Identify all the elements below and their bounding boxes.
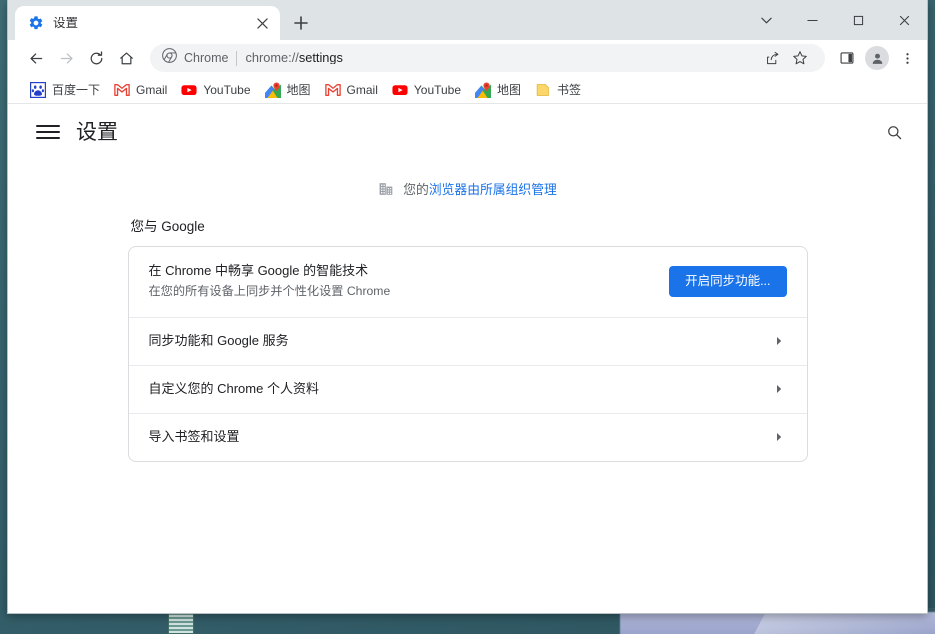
chrome-logo-icon <box>162 48 177 68</box>
customize-chrome-profile-row[interactable]: 自定义您的 Chrome 个人资料 <box>128 364 807 413</box>
profile-avatar-icon <box>872 53 882 64</box>
plus-icon <box>294 16 308 30</box>
three-dot-menu-icon <box>905 52 909 64</box>
browser-toolbar: Chrome chrome://settings <box>8 40 927 76</box>
bookmark-label: YouTube <box>413 82 462 97</box>
sync-promo-text: 在 Chrome 中畅享 Google 的智能技术 在您的所有设备上同步并个性化… <box>149 262 670 301</box>
bookmark-item-gmail-1[interactable]: Gmail <box>108 79 175 101</box>
desktop-background: 设置 Chrome chrome://settings 百度一下 Gmail Y… <box>0 0 935 634</box>
browser-window: 设置 Chrome chrome://settings 百度一下 Gmail Y… <box>7 0 928 614</box>
managed-banner-text: 您的浏览器由所属组织管理 <box>403 179 557 198</box>
forward-arrow-icon <box>60 52 73 64</box>
back-arrow-icon <box>29 52 42 64</box>
share-button[interactable] <box>759 45 785 71</box>
search-icon <box>887 125 901 139</box>
maximize-button[interactable] <box>835 0 881 40</box>
bookmark-label: Gmail <box>136 82 168 97</box>
home-icon <box>119 51 133 64</box>
address-bar[interactable]: Chrome chrome://settings <box>150 44 825 72</box>
side-panel-button[interactable] <box>833 44 861 72</box>
hamburger-menu-icon[interactable] <box>36 120 60 144</box>
bookmark-label: 地图 <box>497 82 522 97</box>
browser-tab-settings[interactable]: 设置 <box>15 6 280 40</box>
youtube-icon <box>392 82 408 98</box>
bookmark-item-youtube-1[interactable]: YouTube <box>175 79 258 101</box>
page-viewport: 设置 您的浏览器由所属组织管理 您与 Google 在 Chrome 中畅享 G… <box>8 104 927 613</box>
tab-title: 设置 <box>53 16 79 30</box>
turn-on-sync-button[interactable]: 开启同步功能... <box>669 266 787 297</box>
security-chip-label: Chrome <box>184 50 229 65</box>
reload-icon <box>90 50 102 64</box>
bookmark-item-maps-1[interactable]: 地图 <box>259 79 319 101</box>
bookmark-folder-shuqian[interactable]: 书签 <box>529 79 589 101</box>
managed-by-organization-banner: 您的浏览器由所属组织管理 <box>8 170 927 198</box>
bookmark-label: 书签 <box>557 82 582 97</box>
bookmark-button[interactable] <box>787 45 813 71</box>
back-button[interactable] <box>22 44 50 72</box>
sync-and-google-services-row[interactable]: 同步功能和 Google 服务 <box>128 316 807 365</box>
bookmark-item-youtube-2[interactable]: YouTube <box>386 79 469 101</box>
tab-search-button[interactable] <box>743 0 789 40</box>
row-label: 导入书签和设置 <box>148 428 240 444</box>
security-chip[interactable]: Chrome <box>162 48 228 68</box>
close-button[interactable] <box>881 0 927 40</box>
chevron-right-icon <box>771 429 787 445</box>
settings-gear-icon <box>28 15 44 31</box>
sync-promo-title: 在 Chrome 中畅享 Google 的智能技术 <box>148 263 369 279</box>
section-heading: 您与 Google <box>130 219 205 234</box>
maximize-icon <box>853 15 863 25</box>
chrome-menu-button[interactable] <box>893 44 921 72</box>
reload-button[interactable] <box>82 44 110 72</box>
window-controls <box>743 0 927 40</box>
side-panel-icon <box>840 52 854 64</box>
omnibox-url: chrome://settings <box>245 51 343 65</box>
chevron-right-icon <box>771 381 787 397</box>
omnibox-divider <box>236 50 238 66</box>
bookmark-item-maps-2[interactable]: 地图 <box>469 79 529 101</box>
tab-close-icon[interactable] <box>252 13 272 33</box>
page-title: 设置 <box>76 120 118 144</box>
share-icon <box>766 51 778 64</box>
bookmarks-bar: 百度一下 Gmail YouTube 地图 Gmail YouTube 地图 书… <box>8 76 927 104</box>
new-tab-button[interactable] <box>286 8 316 38</box>
desktop-taskbar-icon <box>168 612 194 634</box>
baidu-icon <box>30 81 47 98</box>
bookmark-label: Gmail <box>346 82 378 97</box>
minimize-icon <box>806 19 818 21</box>
settings-card: 在 Chrome 中畅享 Google 的智能技术 在您的所有设备上同步并个性化… <box>127 245 808 462</box>
settings-search-button[interactable] <box>879 117 909 147</box>
youtube-icon <box>181 82 197 98</box>
star-icon <box>793 51 807 65</box>
profile-button[interactable] <box>865 46 889 70</box>
omnibox-action-icons <box>759 45 813 71</box>
sync-promo-row[interactable]: 在 Chrome 中畅享 Google 的智能技术 在您的所有设备上同步并个性化… <box>129 247 807 317</box>
you-and-google-section: 您与 Google 在 Chrome 中畅享 Google 的智能技术 在您的所… <box>127 198 808 462</box>
google-maps-icon <box>475 82 492 98</box>
managed-banner-link[interactable]: 浏览器由所属组织管理 <box>429 182 557 197</box>
row-label: 同步功能和 Google 服务 <box>148 332 289 348</box>
chevron-right-icon <box>771 333 787 349</box>
bookmark-label: YouTube <box>203 82 251 97</box>
google-maps-icon <box>264 82 281 98</box>
organization-building-icon <box>378 181 394 197</box>
bookmark-item-baidu[interactable]: 百度一下 <box>24 79 108 101</box>
forward-button <box>52 44 80 72</box>
close-icon <box>899 15 909 25</box>
chevron-down-icon <box>760 17 772 23</box>
home-button[interactable] <box>112 44 140 72</box>
gmail-icon <box>324 82 341 98</box>
settings-content: 您的浏览器由所属组织管理 您与 Google 在 Chrome 中畅享 Goog… <box>8 160 927 462</box>
minimize-button[interactable] <box>789 0 835 40</box>
bookmark-label: 百度一下 <box>52 82 101 97</box>
tab-strip: 设置 <box>8 0 927 40</box>
gmail-icon <box>114 82 130 98</box>
import-bookmarks-settings-row[interactable]: 导入书签和设置 <box>128 412 807 461</box>
bookmark-folder-icon <box>535 82 551 98</box>
settings-header: 设置 <box>8 104 927 160</box>
sync-promo-subtitle: 在您的所有设备上同步并个性化设置 Chrome <box>148 284 391 299</box>
bookmark-label: 地图 <box>286 82 311 97</box>
bookmark-item-gmail-2[interactable]: Gmail <box>319 79 386 101</box>
row-label: 自定义您的 Chrome 个人资料 <box>148 380 319 396</box>
managed-banner-prefix: 您的 <box>403 182 429 197</box>
